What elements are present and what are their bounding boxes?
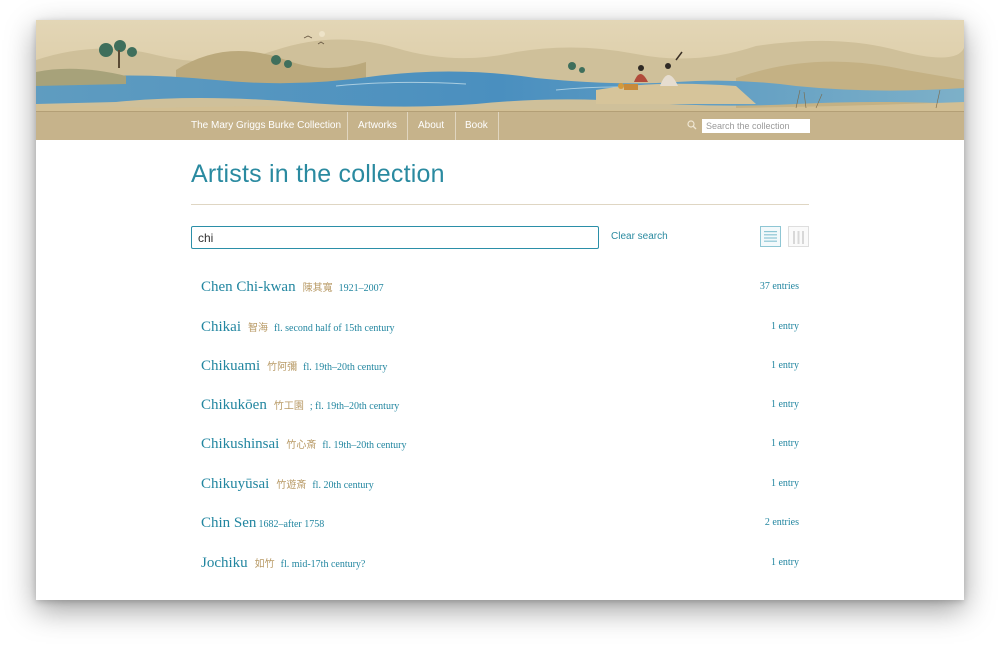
search-icon [687, 120, 697, 130]
list-view-icon [764, 231, 777, 242]
main-nav-bar: The Mary Griggs Burke Collection Artwork… [36, 111, 964, 140]
nav-brand-link[interactable]: The Mary Griggs Burke Collection [191, 112, 341, 140]
artist-name: Chikuyūsai [201, 476, 270, 492]
artist-native-name: 智海 [248, 323, 268, 334]
artist-native-name: 如竹 [254, 559, 275, 570]
artist-filter-input[interactable] [191, 226, 599, 249]
artist-native-name: 竹阿彌 [267, 362, 298, 373]
artist-row[interactable]: Chikuami 竹阿彌 fl. 19th–20th century 1 entry [201, 357, 799, 385]
artist-entry-count: 1 entry [770, 321, 799, 332]
artist-dates: fl. 19th–20th century [303, 362, 388, 373]
artist-row[interactable]: Chin Sen 1682–after 1758 2 entries [201, 514, 799, 542]
artist-dates: 1682–after 1758 [258, 519, 325, 530]
artist-dates: 1921–2007 [338, 283, 384, 294]
artist-native-name: 陳其寬 [302, 283, 333, 294]
artist-entry-count: 1 entry [770, 557, 799, 568]
artist-name: Chen Chi-kwan [201, 279, 296, 295]
artist-row[interactable]: Jochiku 如竹 fl. mid-17th century? 1 entry [201, 554, 799, 582]
artist-entry-count: 1 entry [770, 438, 799, 449]
artist-dates: fl. 19th–20th century [322, 440, 407, 451]
page-title: Artists in the collection [191, 160, 445, 188]
title-divider [191, 204, 809, 205]
artist-dates: fl. 20th century [312, 480, 374, 491]
column-view-icon [793, 231, 804, 244]
artist-native-name: 竹心斎 [286, 440, 317, 451]
artist-entry-count: 1 entry [770, 478, 799, 489]
header-banner-painting [36, 20, 964, 111]
nav-link-book[interactable]: Book [465, 112, 488, 140]
collection-search-input[interactable] [702, 119, 810, 133]
nav-divider [455, 112, 456, 140]
artist-native-name: 竹工園 [273, 401, 304, 412]
artist-name: Chikai [201, 319, 241, 335]
nav-link-artworks[interactable]: Artworks [358, 112, 397, 140]
artist-row[interactable]: Chikai 智海 fl. second half of 15th century … [201, 318, 799, 346]
nav-link-about[interactable]: About [418, 112, 444, 140]
artist-name: Chikuami [201, 358, 261, 374]
artist-name: Jochiku [201, 555, 248, 571]
artist-row[interactable]: Chen Chi-kwan 陳其寬 1921–2007 37 entries [201, 278, 799, 306]
artist-entry-count: 1 entry [770, 399, 799, 410]
artist-row[interactable]: Chikushinsai 竹心斎 fl. 19th–20th century 1 e… [201, 435, 799, 463]
artist-name: Chin Sen [201, 515, 257, 531]
artist-dates: fl. second half of 15th century [274, 323, 395, 334]
nav-divider [347, 112, 348, 140]
column-view-toggle[interactable] [788, 226, 809, 247]
artist-entry-count: 2 entries [764, 517, 799, 528]
artist-dates: fl. mid-17th century? [280, 559, 366, 570]
artist-row[interactable]: Chikukōen 竹工園 ; fl. 19th–20th century 1 en… [201, 396, 799, 424]
artist-native-name: 竹遊斎 [276, 480, 307, 491]
artist-entry-count: 1 entry [770, 360, 799, 371]
clear-search-link[interactable]: Clear search [611, 231, 668, 242]
artist-dates: ; fl. 19th–20th century [309, 401, 400, 412]
artist-entry-count: 37 entries [759, 281, 799, 292]
nav-divider [407, 112, 408, 140]
artist-name: Chikushinsai [201, 436, 280, 452]
artist-row[interactable]: Chikuyūsai 竹遊斎 fl. 20th century 1 entry [201, 475, 799, 503]
nav-divider [498, 112, 499, 140]
list-view-toggle[interactable] [760, 226, 781, 247]
browser-page: The Mary Griggs Burke Collection Artwork… [36, 20, 964, 600]
artist-name: Chikukōen [201, 397, 267, 413]
